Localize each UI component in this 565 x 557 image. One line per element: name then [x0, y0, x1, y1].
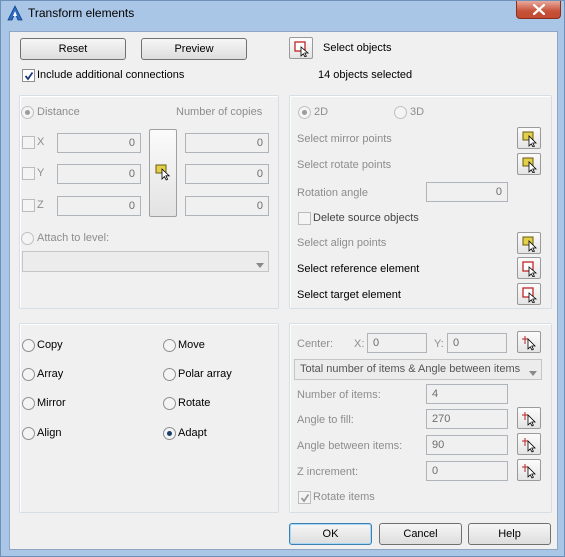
rotate-items-label: Rotate items [313, 491, 375, 503]
rotation-angle-label: Rotation angle [297, 187, 368, 199]
delete-source-label: Delete source objects [313, 212, 419, 224]
move-radio[interactable] [163, 339, 176, 352]
dialog-client-area: Reset Preview Select objects Include add… [9, 31, 558, 550]
operation-group [19, 323, 279, 513]
help-button[interactable]: Help [468, 523, 551, 545]
y-label: Y [37, 167, 45, 179]
app-logo-icon [7, 5, 23, 21]
mirror-radio[interactable] [22, 397, 35, 410]
pick-center-button[interactable] [517, 331, 541, 353]
objects-selected-status: 14 objects selected [318, 69, 413, 81]
attach-to-level-radio[interactable] [21, 232, 34, 245]
polar-method-value: Total number of items & Angle between it… [300, 363, 521, 375]
select-align-points-button[interactable] [517, 232, 541, 254]
chevron-down-icon [256, 259, 264, 271]
align-radio[interactable] [22, 427, 35, 440]
distance-label: Distance [37, 106, 80, 118]
y-checkbox[interactable] [22, 167, 35, 180]
rotate-label: Rotate [178, 397, 211, 409]
mode-3d-label: 3D [410, 106, 425, 118]
close-button[interactable] [516, 1, 561, 19]
rotate-radio[interactable] [163, 397, 176, 410]
attach-to-level-label: Attach to level: [37, 232, 110, 244]
number-of-copies-label: Number of copies [176, 106, 263, 118]
window-title: Transform elements [28, 6, 135, 20]
select-objects-button[interactable] [289, 37, 313, 59]
align-label: Align [37, 427, 62, 439]
transform-mode-group [289, 95, 552, 309]
select-mirror-points-button[interactable] [517, 127, 541, 149]
center-x-label: X: [354, 338, 365, 350]
number-of-items-label: Number of items: [297, 389, 381, 401]
cancel-button[interactable]: Cancel [379, 523, 462, 545]
center-x-field[interactable]: 0 [367, 333, 427, 353]
select-align-points-label: Select align points [297, 237, 387, 249]
adapt-label: Adapt [178, 427, 207, 439]
mode-3d-radio[interactable] [394, 106, 407, 119]
attach-to-level-dropdown[interactable] [22, 251, 269, 272]
select-mirror-points-label: Select mirror points [297, 133, 392, 145]
y-distance-field[interactable]: 0 [57, 164, 141, 184]
x-copies-field[interactable]: 0 [185, 133, 269, 153]
select-target-button[interactable] [517, 283, 541, 305]
pick-angle-to-fill-button[interactable] [517, 407, 541, 429]
pick-z-increment-button[interactable] [517, 459, 541, 481]
number-of-items-field[interactable]: 4 [426, 384, 508, 404]
preview-button[interactable]: Preview [141, 38, 247, 60]
x-checkbox[interactable] [22, 136, 35, 149]
array-radio[interactable] [22, 368, 35, 381]
select-reference-label: Select reference element [297, 263, 420, 275]
rotation-angle-field[interactable]: 0 [426, 182, 508, 202]
z-distance-field[interactable]: 0 [57, 196, 141, 216]
select-target-label: Select target element [297, 289, 401, 301]
mode-2d-radio[interactable] [298, 106, 311, 119]
z-increment-field[interactable]: 0 [426, 461, 508, 481]
center-y-label: Y: [434, 338, 444, 350]
select-objects-label: Select objects [323, 42, 392, 54]
copy-radio[interactable] [22, 339, 35, 352]
dialog-window: Transform elements Reset Preview Select … [0, 0, 565, 557]
array-label: Array [37, 368, 64, 380]
delete-source-checkbox[interactable] [298, 212, 311, 225]
copy-label: Copy [37, 339, 63, 351]
polar-method-dropdown[interactable]: Total number of items & Angle between it… [294, 359, 542, 380]
polar-array-radio[interactable] [163, 368, 176, 381]
chevron-down-icon [529, 367, 537, 379]
y-copies-field[interactable]: 0 [185, 164, 269, 184]
z-copies-field[interactable]: 0 [185, 196, 269, 216]
x-label: X [37, 136, 45, 148]
mirror-label: Mirror [37, 397, 66, 409]
include-connections-checkbox[interactable] [22, 69, 35, 82]
select-reference-button[interactable] [517, 257, 541, 279]
pick-distance-button[interactable] [149, 129, 177, 217]
center-y-field[interactable]: 0 [447, 333, 507, 353]
select-rotate-points-label: Select rotate points [297, 159, 392, 171]
center-label: Center: [297, 338, 334, 350]
move-label: Move [178, 339, 205, 351]
adapt-radio[interactable] [163, 427, 176, 440]
mode-2d-label: 2D [314, 106, 329, 118]
x-distance-field[interactable]: 0 [57, 133, 141, 153]
z-checkbox[interactable] [22, 199, 35, 212]
angle-between-label: Angle between items: [297, 440, 403, 452]
angle-between-field[interactable]: 90 [426, 435, 508, 455]
title-bar[interactable]: Transform elements [1, 1, 565, 27]
reset-button[interactable]: Reset [20, 38, 126, 60]
include-connections-label: Include additional connections [37, 69, 185, 81]
pick-angle-between-button[interactable] [517, 433, 541, 455]
z-increment-label: Z increment: [297, 466, 359, 478]
distance-radio[interactable] [21, 106, 34, 119]
select-rotate-points-button[interactable] [517, 153, 541, 175]
ok-button[interactable]: OK [289, 523, 372, 545]
rotate-items-checkbox[interactable] [298, 491, 311, 504]
angle-to-fill-field[interactable]: 270 [426, 409, 508, 429]
z-label: Z [37, 199, 44, 211]
angle-to-fill-label: Angle to fill: [297, 414, 354, 426]
polar-array-label: Polar array [178, 368, 232, 380]
